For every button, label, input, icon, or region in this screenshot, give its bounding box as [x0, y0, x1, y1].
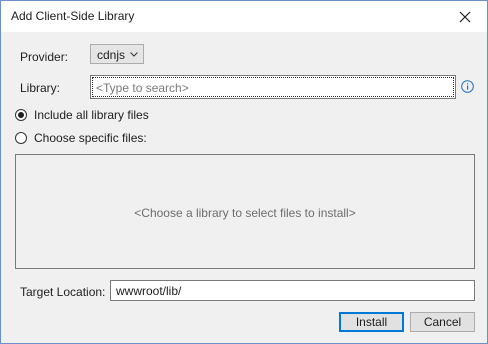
install-button[interactable]: Install	[339, 312, 404, 332]
close-icon	[459, 11, 471, 22]
provider-selected-value: cdnjs	[97, 48, 126, 62]
choose-specific-files-label[interactable]: Choose specific files:	[34, 131, 147, 145]
include-all-files-label[interactable]: Include all library files	[34, 108, 149, 122]
library-search-placeholder: <Type to search>	[96, 81, 189, 95]
provider-label: Provider:	[20, 50, 69, 64]
target-location-input[interactable]: wwwroot/lib/	[110, 280, 475, 301]
target-location-label: Target Location:	[20, 285, 106, 299]
close-button[interactable]	[443, 1, 487, 32]
add-client-side-library-dialog: Add Client-Side Library Provider: cdnjs …	[0, 0, 488, 344]
cancel-button[interactable]: Cancel	[410, 312, 475, 332]
target-location-value: wwwroot/lib/	[116, 284, 182, 298]
library-search-input[interactable]: <Type to search>	[90, 75, 456, 99]
provider-dropdown[interactable]: cdnjs	[90, 44, 144, 64]
info-icon[interactable]	[461, 80, 474, 93]
dialog-title: Add Client-Side Library	[11, 9, 135, 23]
choose-specific-files-radio[interactable]	[15, 132, 27, 144]
files-tree-panel[interactable]: <Choose a library to select files to ins…	[15, 154, 475, 269]
library-label: Library:	[20, 81, 61, 95]
title-bar: Add Client-Side Library	[1, 1, 487, 32]
include-all-files-radio[interactable]	[15, 109, 27, 121]
files-panel-message: <Choose a library to select files to ins…	[134, 206, 356, 220]
chevron-down-icon	[130, 52, 138, 57]
